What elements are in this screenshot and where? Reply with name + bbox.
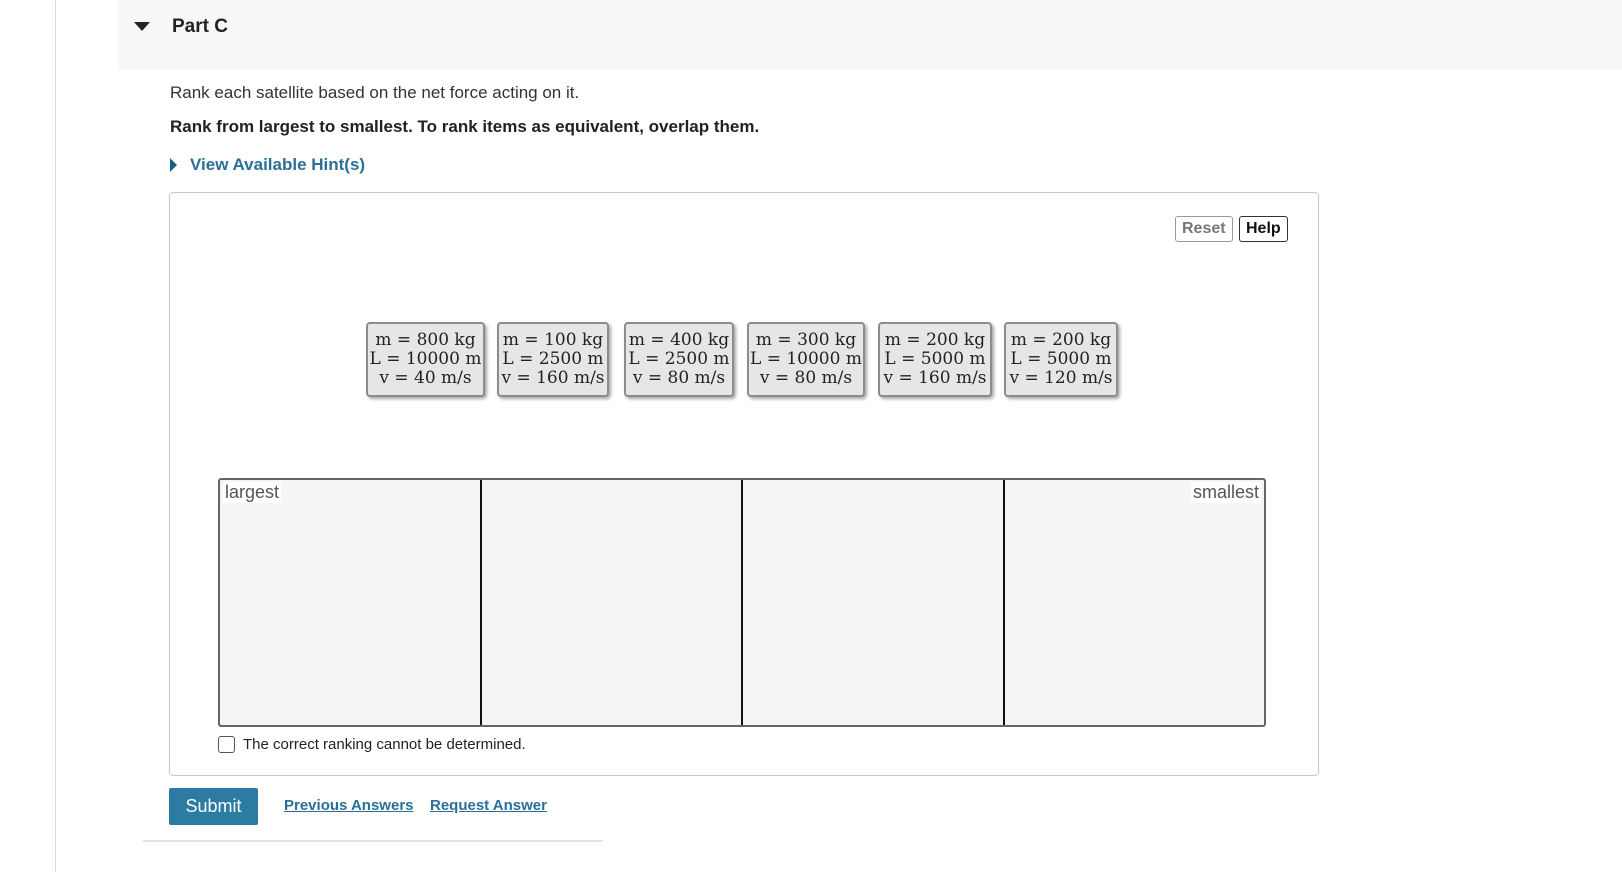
satellite-tile[interactable]: m = 300 kg L = 10000 m v = 80 m/s (747, 322, 865, 397)
previous-answers-link[interactable]: Previous Answers (284, 797, 414, 814)
tile-distance: L = 5000 m (884, 349, 986, 369)
tile-distance: L = 2500 m (502, 349, 604, 369)
reset-button[interactable]: Reset (1175, 216, 1233, 242)
submit-button[interactable]: Submit (169, 788, 258, 825)
request-answer-link[interactable]: Request Answer (430, 797, 547, 814)
ranking-instruction: Rank from largest to smallest. To rank i… (170, 117, 760, 136)
help-button[interactable]: Help (1239, 216, 1288, 242)
tile-mass: m = 300 kg (755, 330, 857, 350)
part-header: Part C (118, 0, 1622, 70)
part-title: Part C (172, 16, 228, 37)
tile-speed: v = 160 m/s (883, 368, 987, 388)
tile-distance: L = 10000 m (750, 349, 862, 369)
tile-speed: v = 160 m/s (501, 368, 605, 388)
left-divider (55, 0, 56, 872)
bottom-divider (143, 840, 603, 842)
cannot-determine-row: The correct ranking cannot be determined… (218, 736, 526, 753)
tile-mass: m = 100 kg (502, 330, 604, 350)
largest-label: largest (223, 482, 282, 503)
rank-slot[interactable] (482, 480, 743, 725)
rank-slot[interactable] (743, 480, 1005, 725)
tile-speed: v = 80 m/s (632, 368, 726, 388)
view-hints-label: View Available Hint(s) (190, 155, 366, 174)
tile-mass: m = 800 kg (375, 330, 476, 350)
tile-distance: L = 10000 m (369, 349, 482, 369)
ranking-drop-area: largest smallest (218, 478, 1266, 727)
tile-distance: L = 2500 m (628, 349, 730, 369)
tile-distance: L = 5000 m (1010, 349, 1112, 369)
caret-right-icon (170, 158, 177, 172)
satellite-tile[interactable]: m = 200 kg L = 5000 m v = 160 m/s (878, 322, 992, 397)
rank-slot[interactable]: largest (220, 480, 482, 725)
tile-speed: v = 120 m/s (1009, 368, 1113, 388)
satellite-tile[interactable]: m = 800 kg L = 10000 m v = 40 m/s (366, 322, 485, 397)
satellite-tile[interactable]: m = 200 kg L = 5000 m v = 120 m/s (1004, 322, 1118, 397)
tile-mass: m = 200 kg (884, 330, 986, 350)
smallest-label: smallest (1190, 482, 1261, 503)
question-instruction: Rank each satellite based on the net for… (170, 83, 580, 102)
satellite-tile[interactable]: m = 100 kg L = 2500 m v = 160 m/s (497, 322, 609, 397)
satellite-tile[interactable]: m = 400 kg L = 2500 m v = 80 m/s (624, 322, 734, 397)
view-hints-toggle[interactable]: View Available Hint(s) (170, 155, 365, 175)
rank-slot[interactable]: smallest (1005, 480, 1265, 725)
tile-speed: v = 40 m/s (379, 368, 472, 388)
tile-mass: m = 200 kg (1010, 330, 1112, 350)
tile-mass: m = 400 kg (628, 330, 730, 350)
ranking-panel: Reset Help m = 800 kg L = 10000 m v = 40… (169, 192, 1319, 776)
collapse-triangle-icon[interactable] (134, 22, 150, 31)
cannot-determine-label: The correct ranking cannot be determined… (243, 736, 526, 753)
cannot-determine-checkbox[interactable] (218, 736, 235, 753)
tile-speed: v = 80 m/s (759, 368, 853, 388)
